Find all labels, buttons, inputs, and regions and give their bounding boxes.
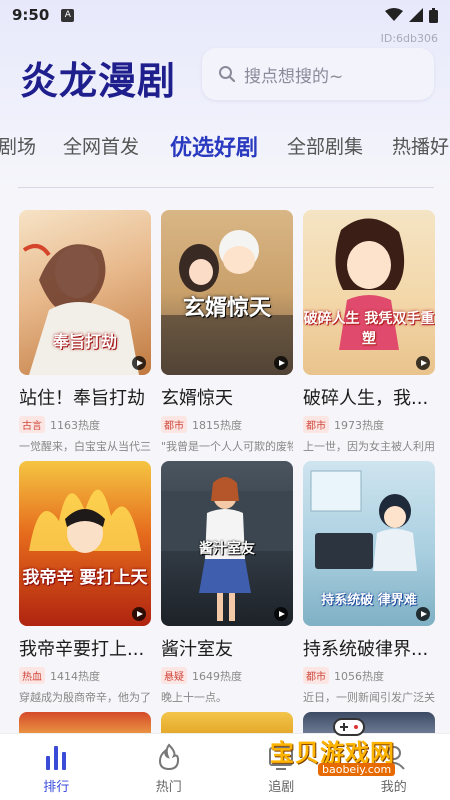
cover-title-text: 奉旨打劫 bbox=[52, 332, 117, 351]
signal-icon bbox=[409, 8, 423, 22]
genre-badge: 都市 bbox=[161, 416, 187, 433]
app-notification-icon: A bbox=[61, 8, 75, 22]
tab-selected-dramas[interactable]: 优选好剧 bbox=[170, 130, 258, 162]
tab-all-series[interactable]: 全部剧集 bbox=[287, 132, 363, 159]
watermark-url: baobeiy.com bbox=[318, 763, 396, 776]
heat-count: 1056热度 bbox=[334, 669, 384, 683]
status-bar: 9:50 A bbox=[0, 0, 450, 30]
flame-icon bbox=[158, 743, 179, 771]
nav-label: 热门 bbox=[155, 780, 182, 795]
tab-trending[interactable]: 热播好 bbox=[392, 132, 449, 159]
drama-card[interactable]: 酱汁室友 酱汁室友 悬疑 1649热度 晚上十一点。 bbox=[161, 461, 293, 705]
genre-badge: 都市 bbox=[303, 667, 329, 684]
heat-count: 1414热度 bbox=[50, 669, 100, 683]
heat-count: 1815热度 bbox=[192, 418, 242, 432]
drama-title: 酱汁室友 bbox=[161, 639, 233, 660]
cover-title-text: 玄婿惊天 bbox=[182, 296, 271, 321]
genre-badge: 悬疑 bbox=[161, 667, 187, 684]
cover-title-text: 破碎人生 我凭双手重塑 bbox=[303, 311, 435, 347]
drama-title: 持系统破律界... bbox=[303, 639, 429, 660]
genre-badge: 热血 bbox=[19, 667, 45, 684]
search-icon bbox=[219, 66, 236, 83]
device-id-label: ID:6db306 bbox=[380, 32, 438, 45]
genre-badge: 古言 bbox=[19, 416, 45, 433]
drama-description: 近日，一则新闻引发广泛关... bbox=[303, 691, 435, 704]
drama-description: 穿越成为殷商帝辛，他为了... bbox=[19, 691, 151, 704]
drama-title: 玄婿惊天 bbox=[161, 388, 233, 409]
cover-title-text: 我帝辛 要打上天 bbox=[22, 568, 148, 588]
drama-cover[interactable]: 持系统破 律界难 bbox=[303, 461, 435, 626]
nav-ranking[interactable]: 排行 bbox=[0, 734, 113, 800]
cover-title-text: 持系统破 律界难 bbox=[321, 593, 417, 608]
search-placeholder: 搜点想搜的~ bbox=[244, 66, 344, 87]
play-icon bbox=[132, 356, 146, 370]
genre-badge: 都市 bbox=[303, 416, 329, 433]
drama-card[interactable]: 破碎人生 我凭双手重塑 破碎人生，我... 都市 1973热度 上一世，因为女主被… bbox=[303, 210, 435, 454]
tab-network-first[interactable]: 全网首发 bbox=[63, 132, 139, 159]
watermark: 宝贝游戏网 baobeiy.com bbox=[270, 718, 430, 785]
cover-art bbox=[335, 218, 405, 350]
drama-description: 一觉醒来，白宝宝从当代三... bbox=[19, 440, 151, 453]
drama-card[interactable]: 玄婿惊天 玄婿惊天 都市 1815热度 "我曾是一个人人可欺的废物... bbox=[161, 210, 293, 454]
play-icon bbox=[132, 607, 146, 621]
bar-chart-icon bbox=[46, 746, 67, 770]
drama-card[interactable]: 奉旨打劫 站住！奉旨打劫 古言 1163热度 一觉醒来，白宝宝从当代三... bbox=[19, 210, 151, 454]
tab-theater[interactable]: 剧场 bbox=[0, 132, 36, 159]
drama-title: 我帝辛要打上... bbox=[19, 639, 145, 660]
play-icon bbox=[274, 356, 288, 370]
cover-title-text: 酱汁室友 bbox=[199, 541, 255, 557]
nav-hot[interactable]: 热门 bbox=[113, 734, 226, 800]
play-icon bbox=[416, 356, 430, 370]
heat-count: 1163热度 bbox=[50, 418, 100, 432]
drama-title: 破碎人生，我... bbox=[303, 388, 429, 409]
battery-icon bbox=[429, 7, 438, 23]
cover-art bbox=[29, 489, 141, 553]
drama-cover[interactable]: 破碎人生 我凭双手重塑 bbox=[303, 210, 435, 375]
status-icons bbox=[385, 7, 438, 23]
play-icon bbox=[416, 607, 430, 621]
drama-cover[interactable]: 我帝辛 要打上天 bbox=[19, 461, 151, 626]
app-title: 炎龙漫剧 bbox=[20, 59, 177, 103]
heat-count: 1649热度 bbox=[192, 669, 242, 683]
drama-cover[interactable]: 玄婿惊天 bbox=[161, 210, 293, 375]
play-icon bbox=[274, 607, 288, 621]
search-input[interactable]: 搜点想搜的~ bbox=[202, 48, 434, 100]
heat-count: 1973热度 bbox=[334, 418, 384, 432]
drama-title: 站住！奉旨打劫 bbox=[19, 388, 145, 409]
wifi-icon bbox=[385, 8, 403, 21]
drama-cover[interactable]: 奉旨打劫 bbox=[19, 210, 151, 375]
nav-label: 排行 bbox=[43, 780, 70, 795]
drama-description: "我曾是一个人人可欺的废物... bbox=[161, 440, 293, 453]
category-tabs: 剧场 全网首发 优选好剧 全部剧集 热播好 bbox=[0, 128, 450, 168]
drama-card[interactable]: 我帝辛 要打上天 我帝辛要打上... 热血 1414热度 穿越成为殷商帝辛，他为了… bbox=[19, 461, 151, 705]
tabs-divider bbox=[18, 187, 434, 188]
status-time: 9:50 bbox=[12, 6, 50, 24]
drama-cover[interactable]: 酱汁室友 bbox=[161, 461, 293, 626]
drama-description: 上一世，因为女主被人利用... bbox=[303, 440, 435, 453]
drama-card[interactable]: 持系统破 律界难 持系统破律界... 都市 1056热度 近日，一则新闻引发广泛关… bbox=[303, 461, 435, 705]
drama-description: 晚上十一点。 bbox=[161, 691, 227, 704]
